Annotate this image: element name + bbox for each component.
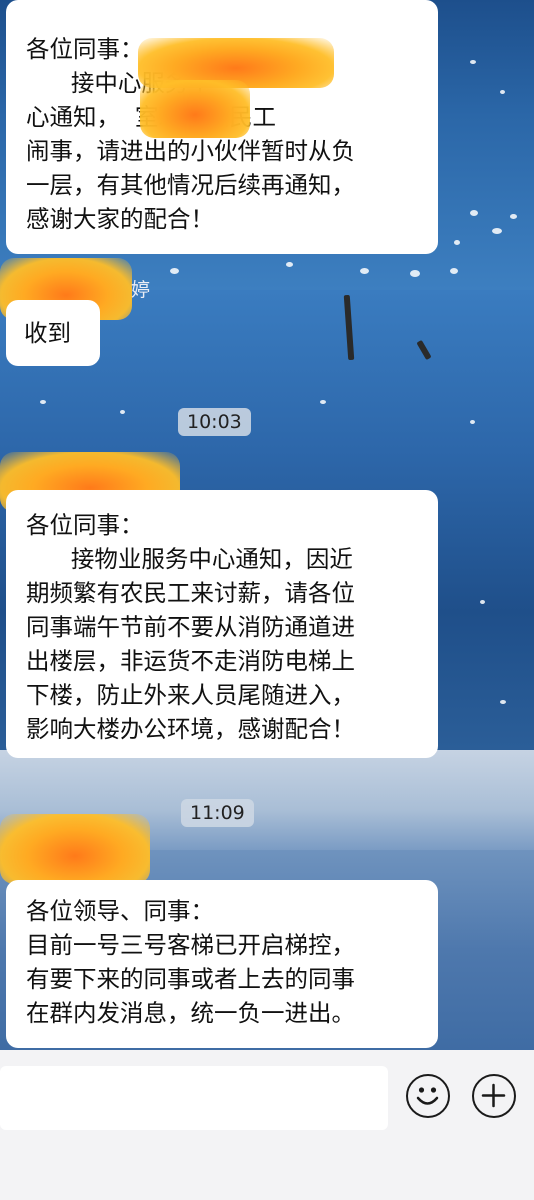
message-line: 各位领导、同事： — [26, 897, 214, 925]
message-bubble-4[interactable]: 各位领导、同事： 目前一号三号客梯已开启梯控， 有要下来的同事或者上去的同事 在… — [6, 880, 438, 1048]
message-line: 各位同事： — [26, 511, 144, 539]
input-bar — [0, 1050, 534, 1200]
message-line: 有要下来的同事或者上去的同事 — [26, 965, 355, 993]
timestamp: 10:03 — [178, 408, 251, 436]
message-line: 一层，有其他情况后续再通知， — [26, 171, 355, 199]
message-line: 期频繁有农民工来讨薪，请各位 — [26, 579, 355, 607]
message-line: 闹事，请进出的小伙伴暂时从负 — [26, 137, 355, 165]
message-line: 感谢大家的配合！ — [26, 205, 214, 233]
message-line: 收到 — [24, 319, 71, 347]
message-bubble-2[interactable]: 收到 — [6, 300, 100, 366]
timestamp: 11:09 — [181, 799, 254, 827]
message-line: 在群内发消息，统一负一进出。 — [26, 999, 355, 1027]
smiley-icon[interactable] — [406, 1074, 450, 1118]
message-line: 影响大楼办公环境，感谢配合！ — [26, 715, 355, 743]
message-line: 同事端午节前不要从消防通道进 — [26, 613, 355, 641]
message-line: 出楼层，非运货不走消防电梯上 — [26, 647, 355, 675]
message-bubble-3[interactable]: 各位同事： 接物业服务中心通知，因近 期频繁有农民工来讨薪，请各位 同事端午节前… — [6, 490, 438, 758]
message-line: 接物业服务中心通知，因近 — [26, 545, 353, 573]
redaction-mark — [140, 80, 250, 138]
message-input[interactable] — [0, 1066, 388, 1130]
message-line: 目前一号三号客梯已开启梯控， — [26, 931, 355, 959]
message-line: 下楼，防止外来人员尾随进入， — [26, 681, 355, 709]
sender-name-redacted — [0, 814, 150, 884]
plus-circle-icon[interactable] — [472, 1074, 516, 1118]
sender-name-suffix: 婷 — [131, 279, 151, 301]
